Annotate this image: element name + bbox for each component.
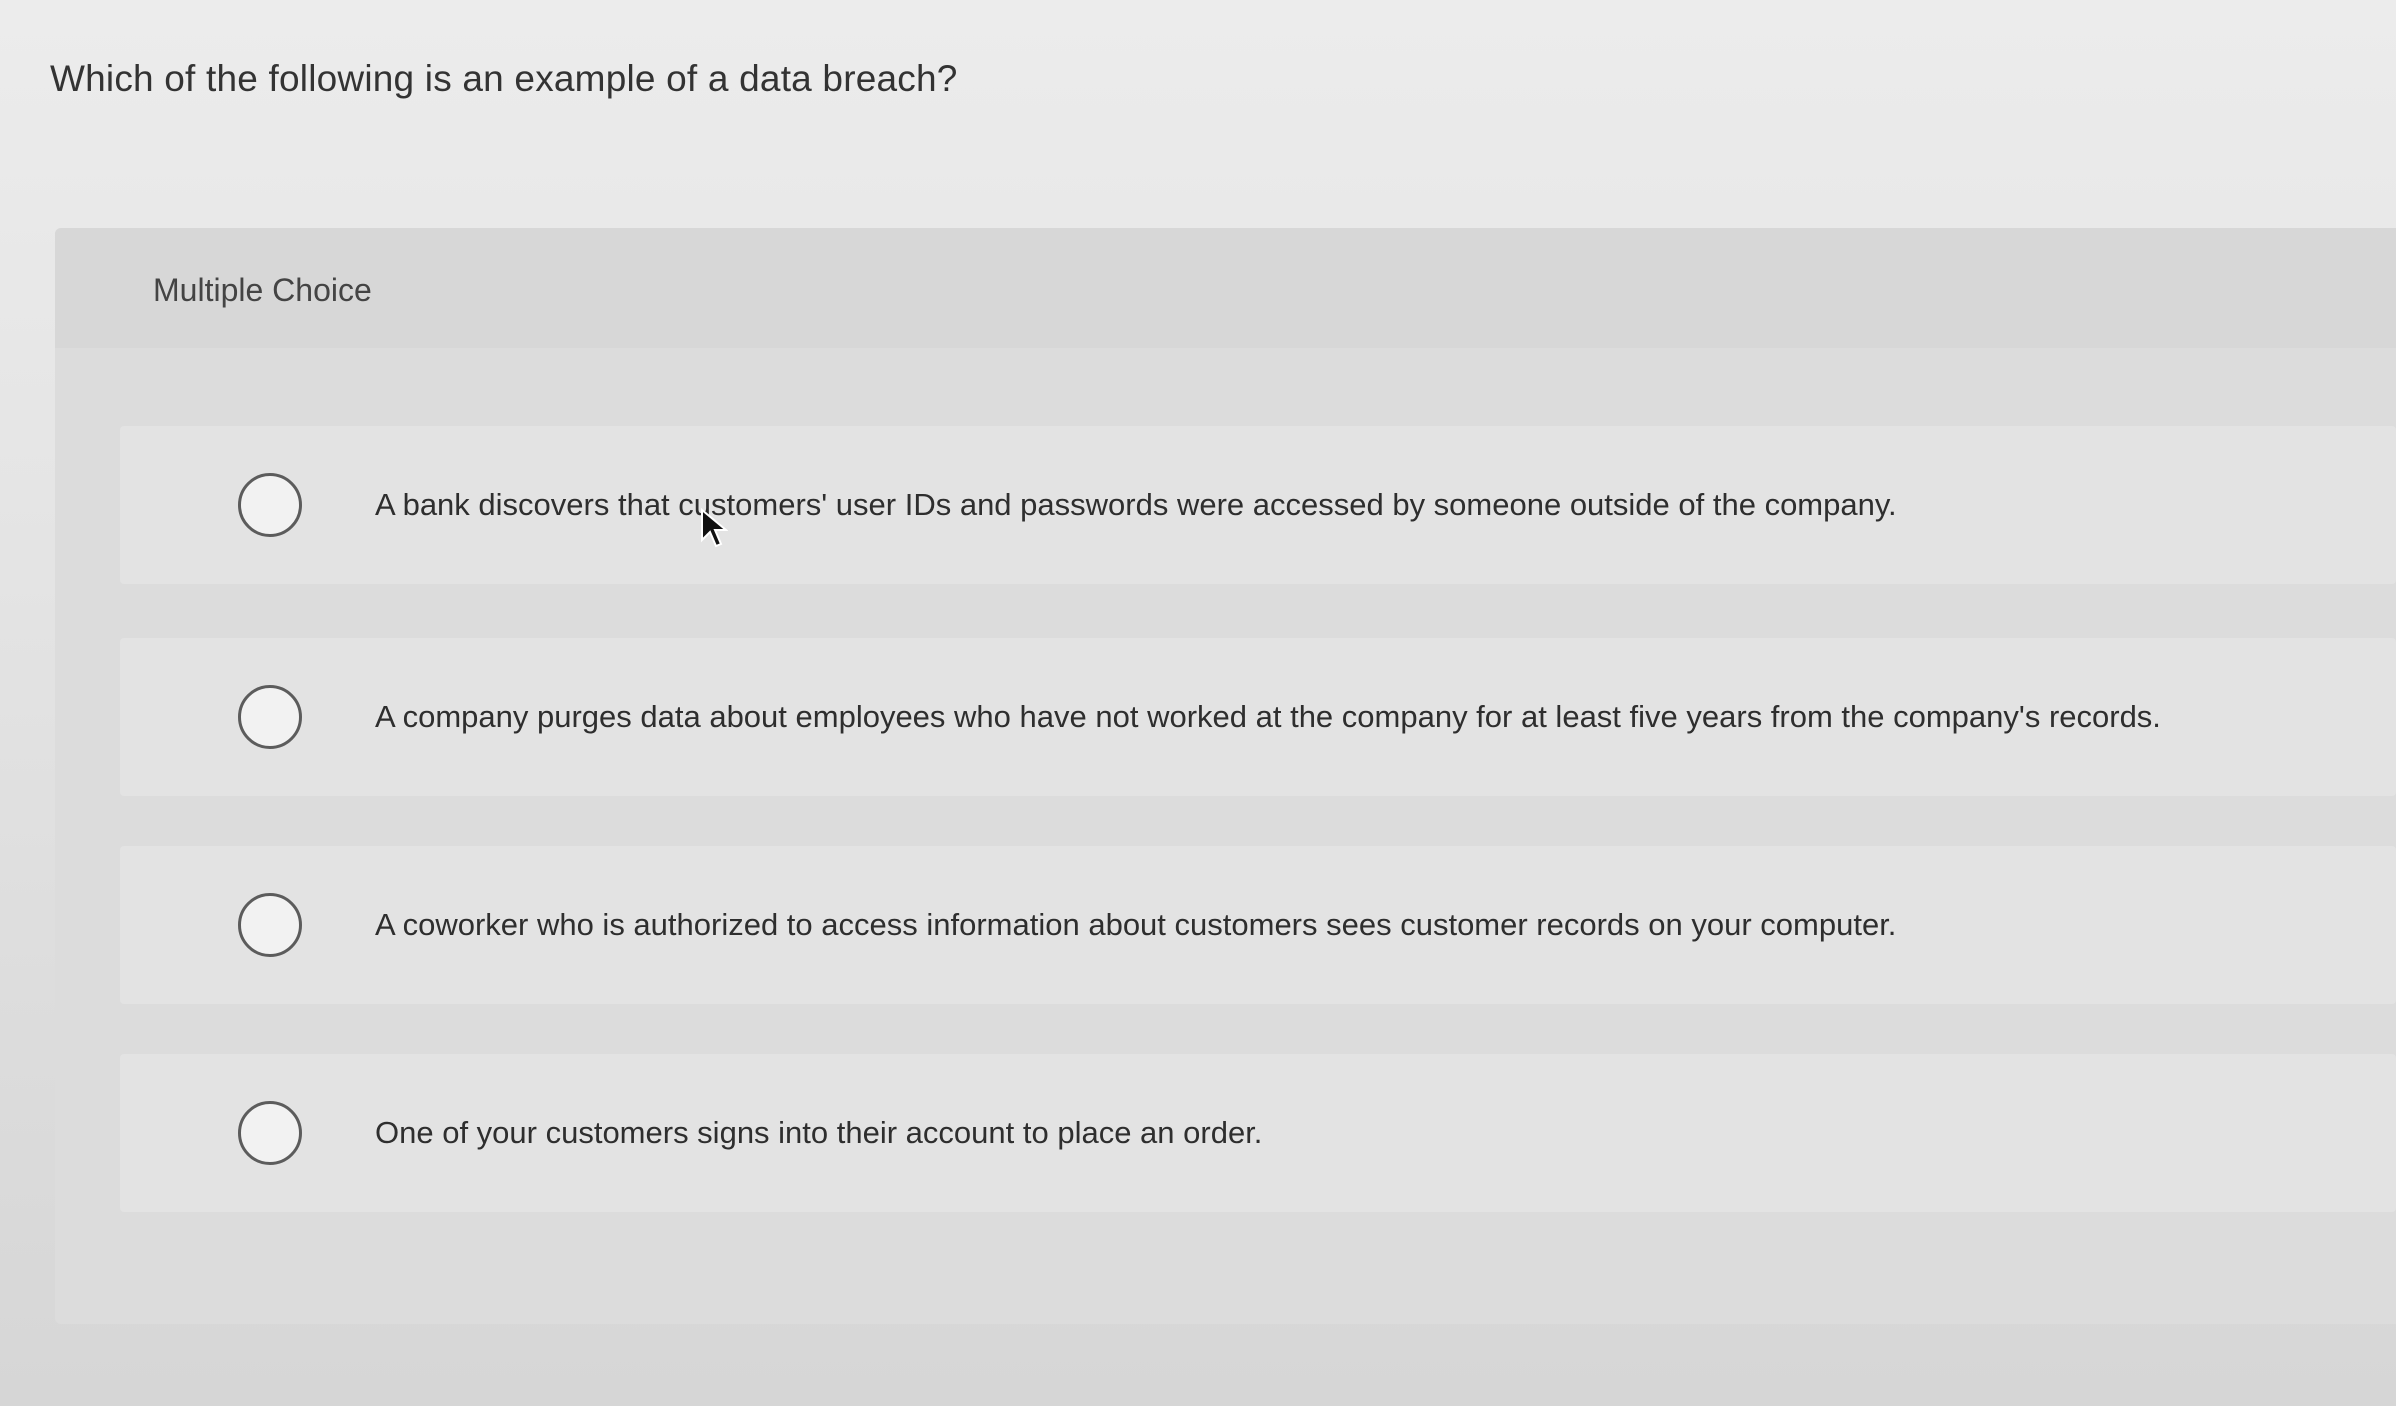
radio-unselected-icon[interactable]: [238, 1101, 302, 1165]
radio-unselected-icon[interactable]: [238, 893, 302, 957]
answer-option-text: A bank discovers that customers' user ID…: [375, 487, 1897, 522]
multiple-choice-panel: Multiple Choice A bank discovers that cu…: [55, 228, 2396, 1324]
answer-option-text: One of your customers signs into their a…: [375, 1115, 1263, 1150]
mouse-pointer-icon: [701, 508, 728, 548]
answer-option-2[interactable]: A company purges data about employees wh…: [120, 638, 2396, 796]
panel-header: Multiple Choice: [55, 228, 2396, 348]
radio-unselected-icon[interactable]: [238, 473, 302, 537]
answer-option-text: A company purges data about employees wh…: [375, 699, 2161, 734]
panel-label: Multiple Choice: [153, 272, 372, 308]
question-text: Which of the following is an example of …: [50, 58, 958, 99]
answer-option-3[interactable]: A coworker who is authorized to access i…: [120, 846, 2396, 1004]
answer-option-text: A coworker who is authorized to access i…: [375, 907, 1897, 942]
answer-option-4[interactable]: One of your customers signs into their a…: [120, 1054, 2396, 1212]
answer-option-1[interactable]: A bank discovers that customers' user ID…: [120, 426, 2396, 584]
radio-unselected-icon[interactable]: [238, 685, 302, 749]
